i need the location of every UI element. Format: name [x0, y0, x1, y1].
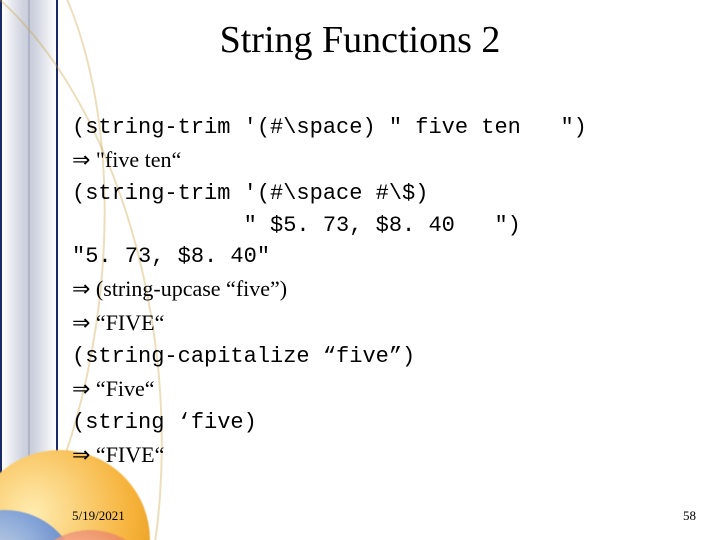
code-block: (string-trim '(#\space) " five ten ") ⇒ … [72, 80, 700, 473]
code-line: ⇒ “Five“ [72, 376, 155, 401]
code-line: " $5. 73, $8. 40 ") [72, 213, 521, 238]
code-line: ⇒ "five ten“ [72, 147, 181, 172]
code-line: (string-trim '(#\space) " five ten ") [72, 115, 587, 140]
code-line: (string ‘five) [72, 410, 257, 435]
code-line: ⇒ “FIVE“ [72, 310, 164, 335]
code-line: (string-trim '(#\space #\$) [72, 181, 428, 206]
slide-title: String Functions 2 [0, 18, 720, 62]
code-line: ⇒ “FIVE“ [72, 442, 164, 467]
code-line: ⇒ (string-upcase “five”) [72, 276, 287, 301]
code-line: (string-capitalize “five”) [72, 344, 415, 369]
footer-date: 5/19/2021 [72, 508, 125, 524]
footer-page-number: 58 [683, 508, 696, 524]
code-line: "5. 73, $8. 40" [72, 244, 270, 269]
